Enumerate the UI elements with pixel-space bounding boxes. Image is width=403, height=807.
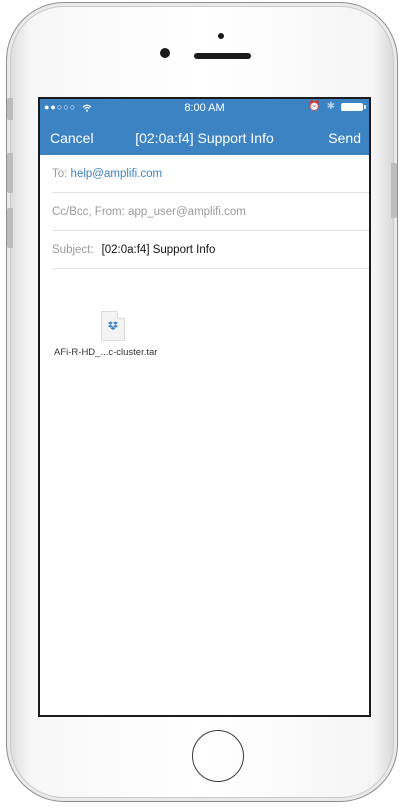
attachment-filename: AFi-R-HD_...c-cluster.tar — [54, 347, 158, 358]
home-button[interactable] — [192, 730, 244, 782]
proximity-sensor — [218, 33, 224, 39]
battery-icon — [341, 102, 366, 111]
volume-down-button — [7, 208, 13, 248]
subject-field[interactable]: Subject: [02:0a:f4] Support Info — [52, 231, 369, 269]
status-right: ⏰ ✱ — [308, 101, 366, 112]
mute-switch — [7, 98, 13, 120]
volume-up-button — [7, 153, 13, 193]
front-camera — [160, 48, 170, 58]
phone-screen: ●●○○○ 8:00 AM ⏰ ✱ Cancel [02:0a:f4] Supp… — [38, 97, 371, 717]
subject-label: Subject: — [52, 243, 94, 256]
file-icon — [101, 311, 125, 341]
to-field[interactable]: To: help@amplifi.com — [52, 155, 369, 193]
cc-from-field[interactable]: Cc/Bcc, From: app_user@amplifi.com — [52, 193, 369, 231]
attachment[interactable]: AFi-R-HD_...c-cluster.tar — [54, 311, 194, 358]
to-label: To: — [52, 167, 68, 180]
status-bar: ●●○○○ 8:00 AM ⏰ ✱ — [40, 99, 369, 117]
mail-header: ●●○○○ 8:00 AM ⏰ ✱ Cancel [02:0a:f4] Supp… — [40, 99, 369, 155]
power-button — [391, 163, 397, 218]
bluetooth-icon: ✱ — [326, 101, 335, 112]
send-button[interactable]: Send — [328, 130, 361, 146]
cc-label: Cc/Bcc, From: — [52, 205, 125, 218]
cancel-button[interactable]: Cancel — [50, 130, 94, 146]
nav-bar: Cancel [02:0a:f4] Support Info Send — [40, 127, 369, 149]
earpiece-speaker — [194, 53, 251, 59]
alarm-icon: ⏰ — [308, 101, 321, 112]
from-address: app_user@amplifi.com — [128, 205, 246, 218]
to-recipient[interactable]: help@amplifi.com — [71, 168, 163, 180]
dropbox-icon — [108, 321, 118, 330]
subject-input[interactable]: [02:0a:f4] Support Info — [102, 244, 216, 256]
